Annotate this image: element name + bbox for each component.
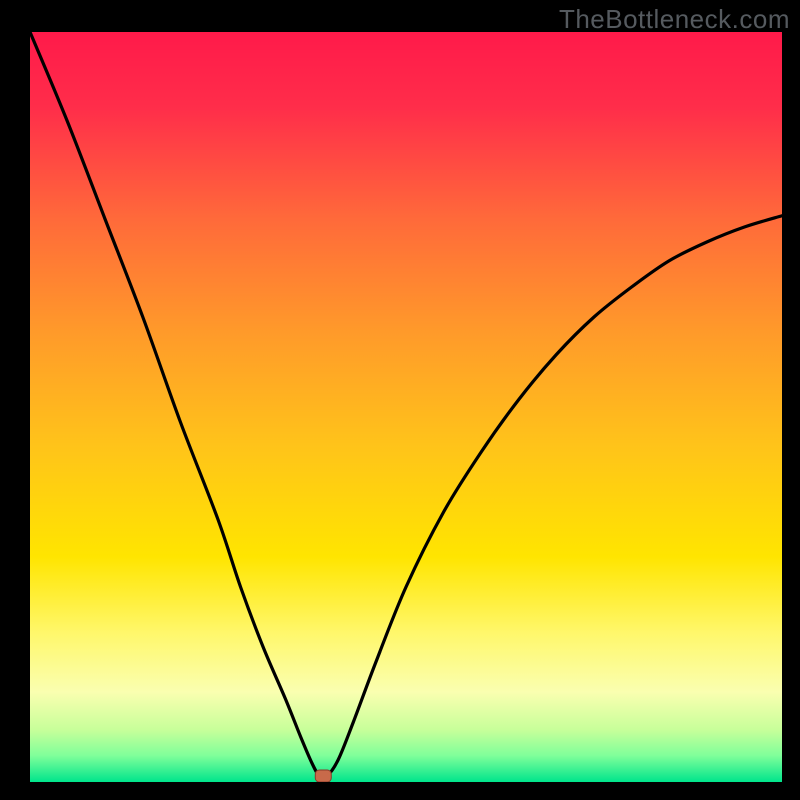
bottleneck-chart xyxy=(0,0,800,800)
chart-frame: TheBottleneck.com xyxy=(0,0,800,800)
plot-background xyxy=(30,32,782,782)
optimum-marker xyxy=(315,770,331,782)
